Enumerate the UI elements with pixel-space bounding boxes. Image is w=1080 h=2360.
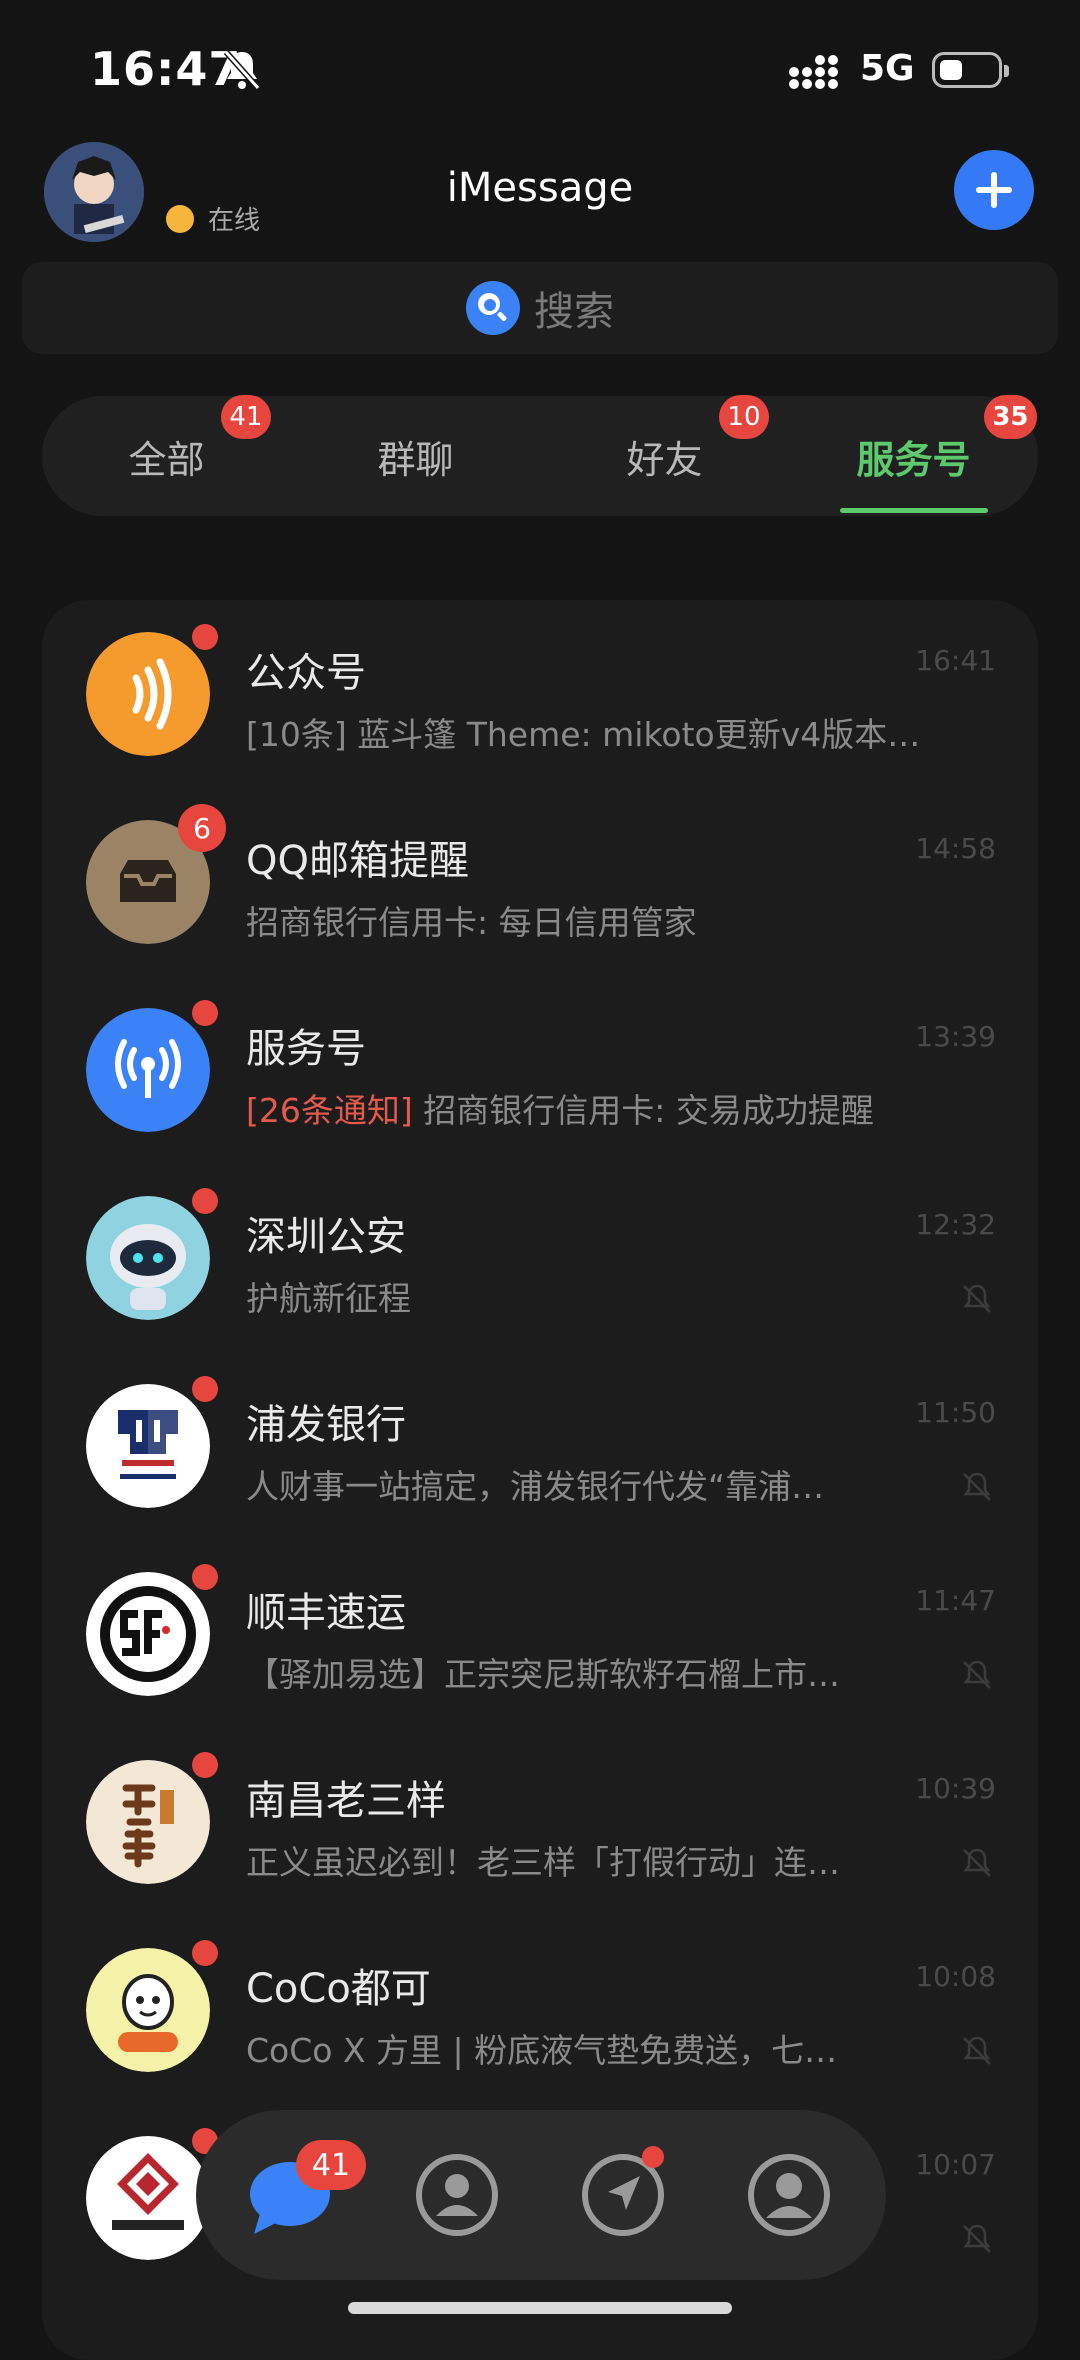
chat-time: 16:41 xyxy=(915,644,996,677)
tab-label: 全部 xyxy=(128,437,205,482)
network-type: 5G xyxy=(860,48,915,89)
list-item[interactable]: 深圳公安 12:32 护航新征程 xyxy=(42,1164,1038,1352)
tab-label: 好友 xyxy=(626,437,703,482)
chat-preview: 正义虽迟必到！老三样「打假行动」连… xyxy=(246,1843,840,1882)
chat-preview: 人财事一站搞定，浦发银行代发“靠浦… xyxy=(246,1467,825,1506)
chat-name: 浦发银行 xyxy=(246,1402,406,1448)
unread-dot xyxy=(192,624,218,650)
bottom-tab-bar: 41 xyxy=(196,2110,886,2280)
list-item[interactable]: 浦发银行 11:50 人财事一站搞定，浦发银行代发“靠浦… xyxy=(42,1352,1038,1540)
chat-name: 南昌老三样 xyxy=(246,1778,446,1824)
profile-icon[interactable] xyxy=(744,2150,834,2240)
chat-time: 11:50 xyxy=(915,1396,996,1429)
unread-dot xyxy=(192,1376,218,1402)
unread-dot xyxy=(192,1752,218,1778)
unread-count-badge: 6 xyxy=(178,804,226,852)
bell-muted-icon xyxy=(223,50,261,90)
coco-logo xyxy=(86,1948,210,2072)
muted-bell-icon xyxy=(963,1660,991,1689)
tab-badge: 10 xyxy=(719,394,769,439)
chat-list: 公众号 16:41 [10条] 蓝斗篷 Theme: mikoto更新v4版本…… xyxy=(42,600,1038,2360)
active-tab-indicator xyxy=(840,508,988,513)
tab-friends[interactable]: 好友 10 xyxy=(540,394,789,516)
chat-name: 顺丰速运 xyxy=(246,1590,406,1636)
chat-preview: CoCo X 方里 | 粉底液气垫免费送，七… xyxy=(246,2031,838,2070)
home-indicator[interactable] xyxy=(348,2302,732,2314)
chat-preview: 护航新征程 xyxy=(246,1279,411,1318)
page-title: iMessage xyxy=(446,165,634,211)
laosanyang-logo xyxy=(86,1760,210,1884)
muted-bell-icon xyxy=(963,1848,991,1877)
chat-preview-text: 招商银行信用卡: 交易成功提醒 xyxy=(412,1091,874,1130)
muted-bell-icon xyxy=(963,1472,991,1501)
chat-name: 服务号 xyxy=(246,1026,366,1072)
chat-time: 11:47 xyxy=(915,1584,996,1617)
list-item[interactable]: CoCo都可 10:08 CoCo X 方里 | 粉底液气垫免费送，七… xyxy=(42,1916,1038,2104)
tab-label: 服务号 xyxy=(856,437,971,482)
list-item[interactable]: 公众号 16:41 [10条] 蓝斗篷 Theme: mikoto更新v4版本… xyxy=(42,600,1038,788)
chat-name: 公众号 xyxy=(246,650,366,696)
tab-label: 群聊 xyxy=(377,437,454,482)
broadcast-icon xyxy=(86,1008,210,1132)
tab-badge: 41 xyxy=(221,394,271,439)
muted-bell-icon xyxy=(963,2036,991,2065)
contacts-icon[interactable] xyxy=(412,2150,502,2240)
housing-fund-logo xyxy=(86,2136,210,2260)
chat-time: 14:58 xyxy=(915,832,996,865)
signal-waves-icon xyxy=(86,632,210,756)
notification-dot xyxy=(642,2146,664,2168)
robot-mascot-icon xyxy=(86,1196,210,1320)
filter-tabs: 全部 41 群聊 好友 10 服务号 35 xyxy=(42,394,1038,516)
unread-dot xyxy=(192,1940,218,1966)
chat-preview: 招商银行信用卡: 每日信用管家 xyxy=(246,903,697,942)
chat-preview: [26条通知] 招商银行信用卡: 交易成功提醒 xyxy=(246,1084,986,1132)
chat-time: 10:39 xyxy=(915,1772,996,1805)
tab-all[interactable]: 全部 41 xyxy=(42,394,291,516)
spd-bank-logo xyxy=(86,1384,210,1508)
chat-time: 13:39 xyxy=(915,1020,996,1053)
search-icon xyxy=(466,281,520,335)
messages-badge: 41 xyxy=(296,2140,366,2190)
notification-tag: [26条通知] xyxy=(246,1091,413,1130)
list-item[interactable]: 顺丰速运 11:47 【驿加易选】正宗突尼斯软籽石榴上市… xyxy=(42,1540,1038,1728)
unread-dot xyxy=(192,1188,218,1214)
chat-name: QQ邮箱提醒 xyxy=(246,838,469,884)
status-bar: 16:47 5G xyxy=(0,0,1080,140)
list-item[interactable]: 服务号 13:39 [26条通知] 招商银行信用卡: 交易成功提醒 xyxy=(42,976,1038,1164)
tab-groups[interactable]: 群聊 xyxy=(291,396,540,516)
search-bar[interactable]: 搜索 xyxy=(22,262,1058,354)
unread-dot xyxy=(192,1564,218,1590)
search-placeholder: 搜索 xyxy=(534,289,614,335)
muted-bell-icon xyxy=(963,2224,991,2253)
tab-service-accounts[interactable]: 服务号 35 xyxy=(789,394,1038,516)
tab-badge: 35 xyxy=(984,394,1037,439)
unread-dot xyxy=(192,1000,218,1026)
add-button[interactable] xyxy=(954,150,1034,230)
chat-preview: 【驿加易选】正宗突尼斯软籽石榴上市… xyxy=(246,1655,840,1694)
chat-preview: [10条] 蓝斗篷 Theme: mikoto更新v4版本… xyxy=(246,715,921,754)
chat-name: CoCo都可 xyxy=(246,1966,431,2012)
list-item[interactable]: 6 QQ邮箱提醒 14:58 招商银行信用卡: 每日信用管家 xyxy=(42,788,1038,976)
battery-icon xyxy=(932,52,1009,88)
list-item[interactable]: 南昌老三样 10:39 正义虽迟必到！老三样「打假行动」连… xyxy=(42,1728,1038,1916)
muted-bell-icon xyxy=(963,1284,991,1313)
chat-time: 10:07 xyxy=(915,2148,996,2181)
chat-time: 10:08 xyxy=(915,1960,996,1993)
chat-time: 12:32 xyxy=(915,1208,996,1241)
sf-express-logo xyxy=(86,1572,210,1696)
chat-name: 深圳公安 xyxy=(246,1214,406,1260)
cellular-signal-icon xyxy=(789,55,838,89)
status-time: 16:47 xyxy=(90,42,242,96)
